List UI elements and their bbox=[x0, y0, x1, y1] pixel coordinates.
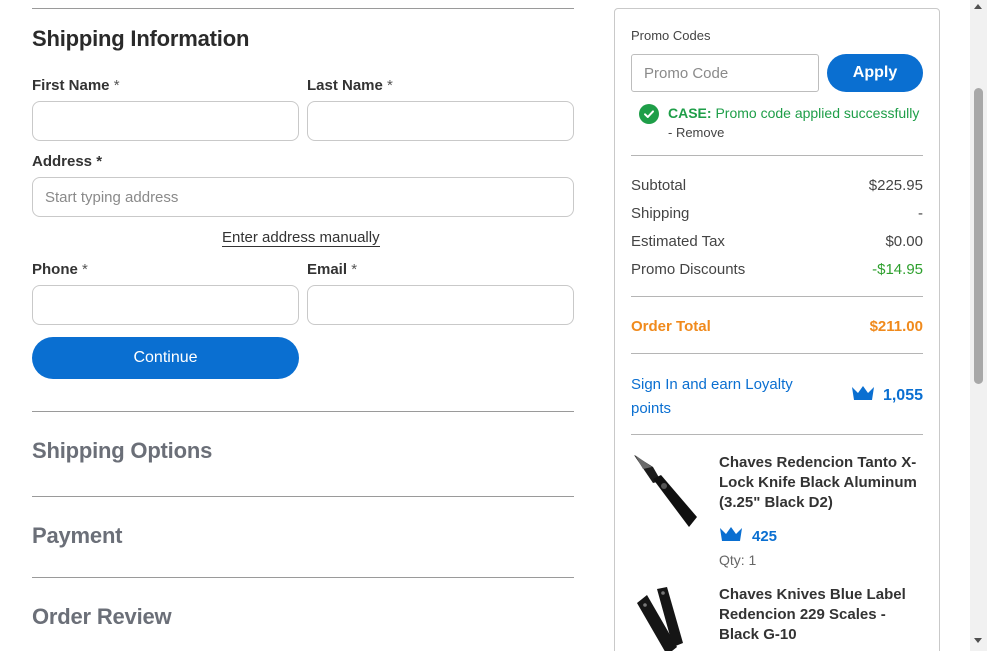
tax-row: Estimated Tax $0.00 bbox=[631, 233, 923, 250]
crown-icon bbox=[851, 385, 875, 406]
promo-codes-label: Promo Codes bbox=[631, 28, 711, 43]
subtotal-row: Subtotal $225.95 bbox=[631, 177, 923, 194]
promo-success-message: Promo code applied successfully bbox=[715, 105, 920, 121]
required-mark: * bbox=[82, 261, 88, 278]
address-input[interactable] bbox=[33, 178, 573, 216]
phone-input[interactable] bbox=[33, 286, 298, 324]
apply-promo-button[interactable]: Apply bbox=[827, 54, 923, 92]
payment-heading[interactable]: Payment bbox=[32, 523, 123, 549]
page-scrollbar[interactable] bbox=[970, 0, 987, 651]
crown-icon bbox=[719, 526, 743, 546]
order-summary-panel: Promo Codes Apply CASE: Promo code appli… bbox=[614, 8, 940, 651]
shipping-options-heading[interactable]: Shipping Options bbox=[32, 438, 212, 464]
promo-code-field[interactable] bbox=[631, 54, 819, 92]
subtotal-value: $225.95 bbox=[868, 177, 923, 194]
email-label: Email * bbox=[307, 261, 357, 278]
product-points: 425 bbox=[719, 526, 777, 546]
promo-code-input[interactable] bbox=[632, 55, 818, 91]
required-mark: * bbox=[387, 77, 393, 94]
address-label-text: Address bbox=[32, 153, 93, 170]
scrollbar-thumb[interactable] bbox=[974, 88, 983, 384]
order-review-heading[interactable]: Order Review bbox=[32, 604, 172, 630]
divider bbox=[32, 496, 574, 497]
last-name-label-text: Last Name bbox=[307, 77, 383, 94]
promo-code-applied: CASE: bbox=[668, 105, 712, 121]
phone-label: Phone * bbox=[32, 261, 88, 278]
scroll-up-arrow-icon[interactable] bbox=[974, 4, 982, 9]
first-name-input[interactable] bbox=[33, 102, 298, 140]
last-name-input[interactable] bbox=[308, 102, 573, 140]
check-circle-icon bbox=[639, 104, 659, 124]
sign-in-loyalty-link[interactable]: Sign In and earn Loyalty points bbox=[631, 373, 831, 421]
first-name-label: First Name * bbox=[32, 77, 120, 94]
scroll-down-arrow-icon[interactable] bbox=[974, 638, 982, 643]
shipping-info-heading: Shipping Information bbox=[32, 26, 250, 51]
divider bbox=[32, 411, 574, 412]
address-label: Address * bbox=[32, 153, 102, 170]
promo-discounts-row: Promo Discounts -$14.95 bbox=[631, 261, 923, 278]
remove-promo-link[interactable]: - Remove bbox=[668, 125, 724, 140]
first-name-field[interactable] bbox=[32, 101, 299, 141]
shipping-label: Shipping bbox=[631, 205, 690, 222]
order-total-row: Order Total $211.00 bbox=[631, 318, 923, 335]
email-label-text: Email bbox=[307, 261, 348, 278]
divider bbox=[631, 296, 923, 297]
required-mark: * bbox=[113, 77, 120, 94]
product-name[interactable]: Chaves Knives Blue Label Redencion 229 S… bbox=[719, 585, 929, 645]
last-name-field[interactable] bbox=[307, 101, 574, 141]
tax-label: Estimated Tax bbox=[631, 233, 725, 250]
continue-button[interactable]: Continue bbox=[32, 337, 299, 379]
required-mark: * bbox=[351, 261, 358, 278]
promo-status-text: CASE: Promo code applied successfully bbox=[668, 105, 919, 121]
last-name-label: Last Name * bbox=[307, 77, 393, 94]
divider bbox=[631, 434, 923, 435]
product-name[interactable]: Chaves Redencion Tanto X-Lock Knife Blac… bbox=[719, 453, 929, 513]
phone-label-text: Phone bbox=[32, 261, 78, 278]
order-total-label: Order Total bbox=[631, 318, 711, 335]
required-mark: * bbox=[96, 153, 103, 170]
first-name-label-text: First Name bbox=[32, 77, 110, 94]
cart-item: Chaves Redencion Tanto X-Lock Knife Blac… bbox=[631, 453, 923, 568]
divider bbox=[631, 353, 923, 354]
divider bbox=[631, 155, 923, 156]
shipping-value: - bbox=[918, 205, 923, 222]
promo-discounts-value: -$14.95 bbox=[872, 261, 923, 278]
divider bbox=[32, 577, 574, 578]
product-points-value: 425 bbox=[752, 527, 778, 545]
order-total-value: $211.00 bbox=[869, 318, 923, 335]
email-input[interactable] bbox=[308, 286, 573, 324]
product-image bbox=[637, 587, 683, 651]
enter-address-manually-link[interactable]: Enter address manually bbox=[222, 229, 380, 247]
product-image bbox=[634, 455, 697, 527]
divider bbox=[32, 8, 574, 9]
address-field[interactable] bbox=[32, 177, 574, 217]
tax-value: $0.00 bbox=[885, 233, 923, 250]
cart-item: Chaves Knives Blue Label Redencion 229 S… bbox=[631, 585, 923, 651]
loyalty-points-value: 1,055 bbox=[882, 386, 923, 404]
subtotal-label: Subtotal bbox=[631, 177, 687, 194]
loyalty-points: 1,055 bbox=[851, 385, 923, 406]
promo-discounts-label: Promo Discounts bbox=[631, 261, 746, 278]
product-quantity: Qty: 1 bbox=[719, 552, 757, 568]
phone-field[interactable] bbox=[32, 285, 299, 325]
shipping-row: Shipping - bbox=[631, 205, 923, 222]
email-field[interactable] bbox=[307, 285, 574, 325]
